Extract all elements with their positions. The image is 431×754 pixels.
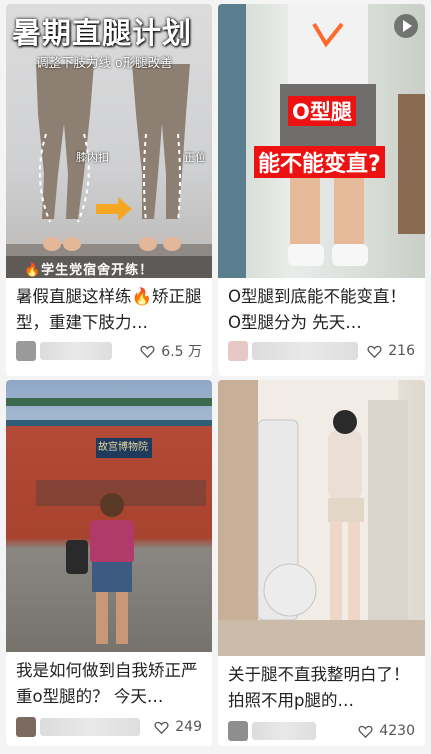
play-icon[interactable] — [394, 14, 418, 38]
heart-icon — [367, 345, 382, 358]
author-avatar[interactable] — [16, 341, 36, 361]
post-thumbnail[interactable]: 故宫博物院 — [6, 380, 212, 652]
overlay-label-right: 正位 — [184, 151, 206, 164]
feed-card-4[interactable]: 关于腿不直我整明白了！ 拍照不用p腿的… 4230 — [218, 380, 425, 746]
like-button[interactable]: 6.5 万 — [139, 341, 202, 361]
like-button[interactable]: 216 — [366, 343, 415, 360]
post-thumbnail[interactable]: O型腿 能不能变直? — [218, 4, 425, 278]
post-thumbnail[interactable] — [218, 380, 425, 656]
like-count: 4230 — [379, 723, 415, 739]
post-meta: 4230 — [228, 720, 415, 742]
heart-icon — [358, 725, 373, 738]
like-count: 249 — [175, 719, 202, 735]
author-name-blurred[interactable] — [40, 718, 140, 736]
overlay-footer: 🔥学生党宿舍开练！ — [24, 263, 154, 278]
author-avatar[interactable] — [228, 341, 248, 361]
post-thumbnail[interactable]: 暑期直腿计划 调整下肢力线 o形腿改善 膝内扣 正位 🔥学生党宿舍开练！ — [6, 4, 212, 278]
post-title[interactable]: 暑假直腿这样练🔥矫正腿型，重建下肢力… — [16, 284, 204, 336]
overlay-line1: O型腿 — [288, 96, 356, 126]
like-count: 6.5 万 — [161, 344, 202, 360]
photo-illustration — [218, 380, 425, 656]
post-meta: 216 — [228, 340, 415, 362]
like-button[interactable]: 249 — [153, 719, 202, 736]
like-button[interactable]: 4230 — [357, 723, 415, 740]
author-name-blurred[interactable] — [252, 342, 358, 360]
overlay-subhead: 调整下肢力线 o形腿改善 — [36, 55, 173, 70]
post-meta: 6.5 万 — [16, 340, 202, 362]
overlay-sign: 故宫博物院 — [98, 442, 148, 453]
author-avatar[interactable] — [16, 717, 36, 737]
photo-illustration — [218, 4, 425, 278]
post-title[interactable]: 关于腿不直我整明白了！ 拍照不用p腿的… — [228, 662, 417, 714]
heart-icon — [154, 721, 169, 734]
like-count: 216 — [388, 343, 415, 359]
author-name-blurred[interactable] — [252, 722, 316, 740]
author-avatar[interactable] — [228, 721, 248, 741]
heart-icon — [140, 345, 155, 358]
post-meta: 249 — [16, 716, 202, 738]
post-title[interactable]: O型腿到底能不能变直！ O型腿分为 先天… — [228, 284, 417, 336]
feed-card-2[interactable]: O型腿 能不能变直? O型腿到底能不能变直！ O型腿分为 先天… 216 — [218, 4, 425, 376]
photo-illustration — [6, 398, 212, 644]
post-title[interactable]: 我是如何做到自我矫正严重o型腿的？ 今天… — [16, 658, 204, 710]
feed-card-3[interactable]: 故宫博物院 我是如何做到自我矫正严重o型腿的？ 今天… 249 — [6, 380, 212, 746]
overlay-label-left: 膝内扣 — [76, 151, 109, 164]
feed-card-1[interactable]: 暑期直腿计划 调整下肢力线 o形腿改善 膝内扣 正位 🔥学生党宿舍开练！ 暑假直… — [6, 4, 212, 376]
overlay-headline: 暑期直腿计划 — [12, 16, 193, 50]
author-name-blurred[interactable] — [40, 342, 112, 360]
overlay-line2: 能不能变直? — [254, 146, 385, 178]
